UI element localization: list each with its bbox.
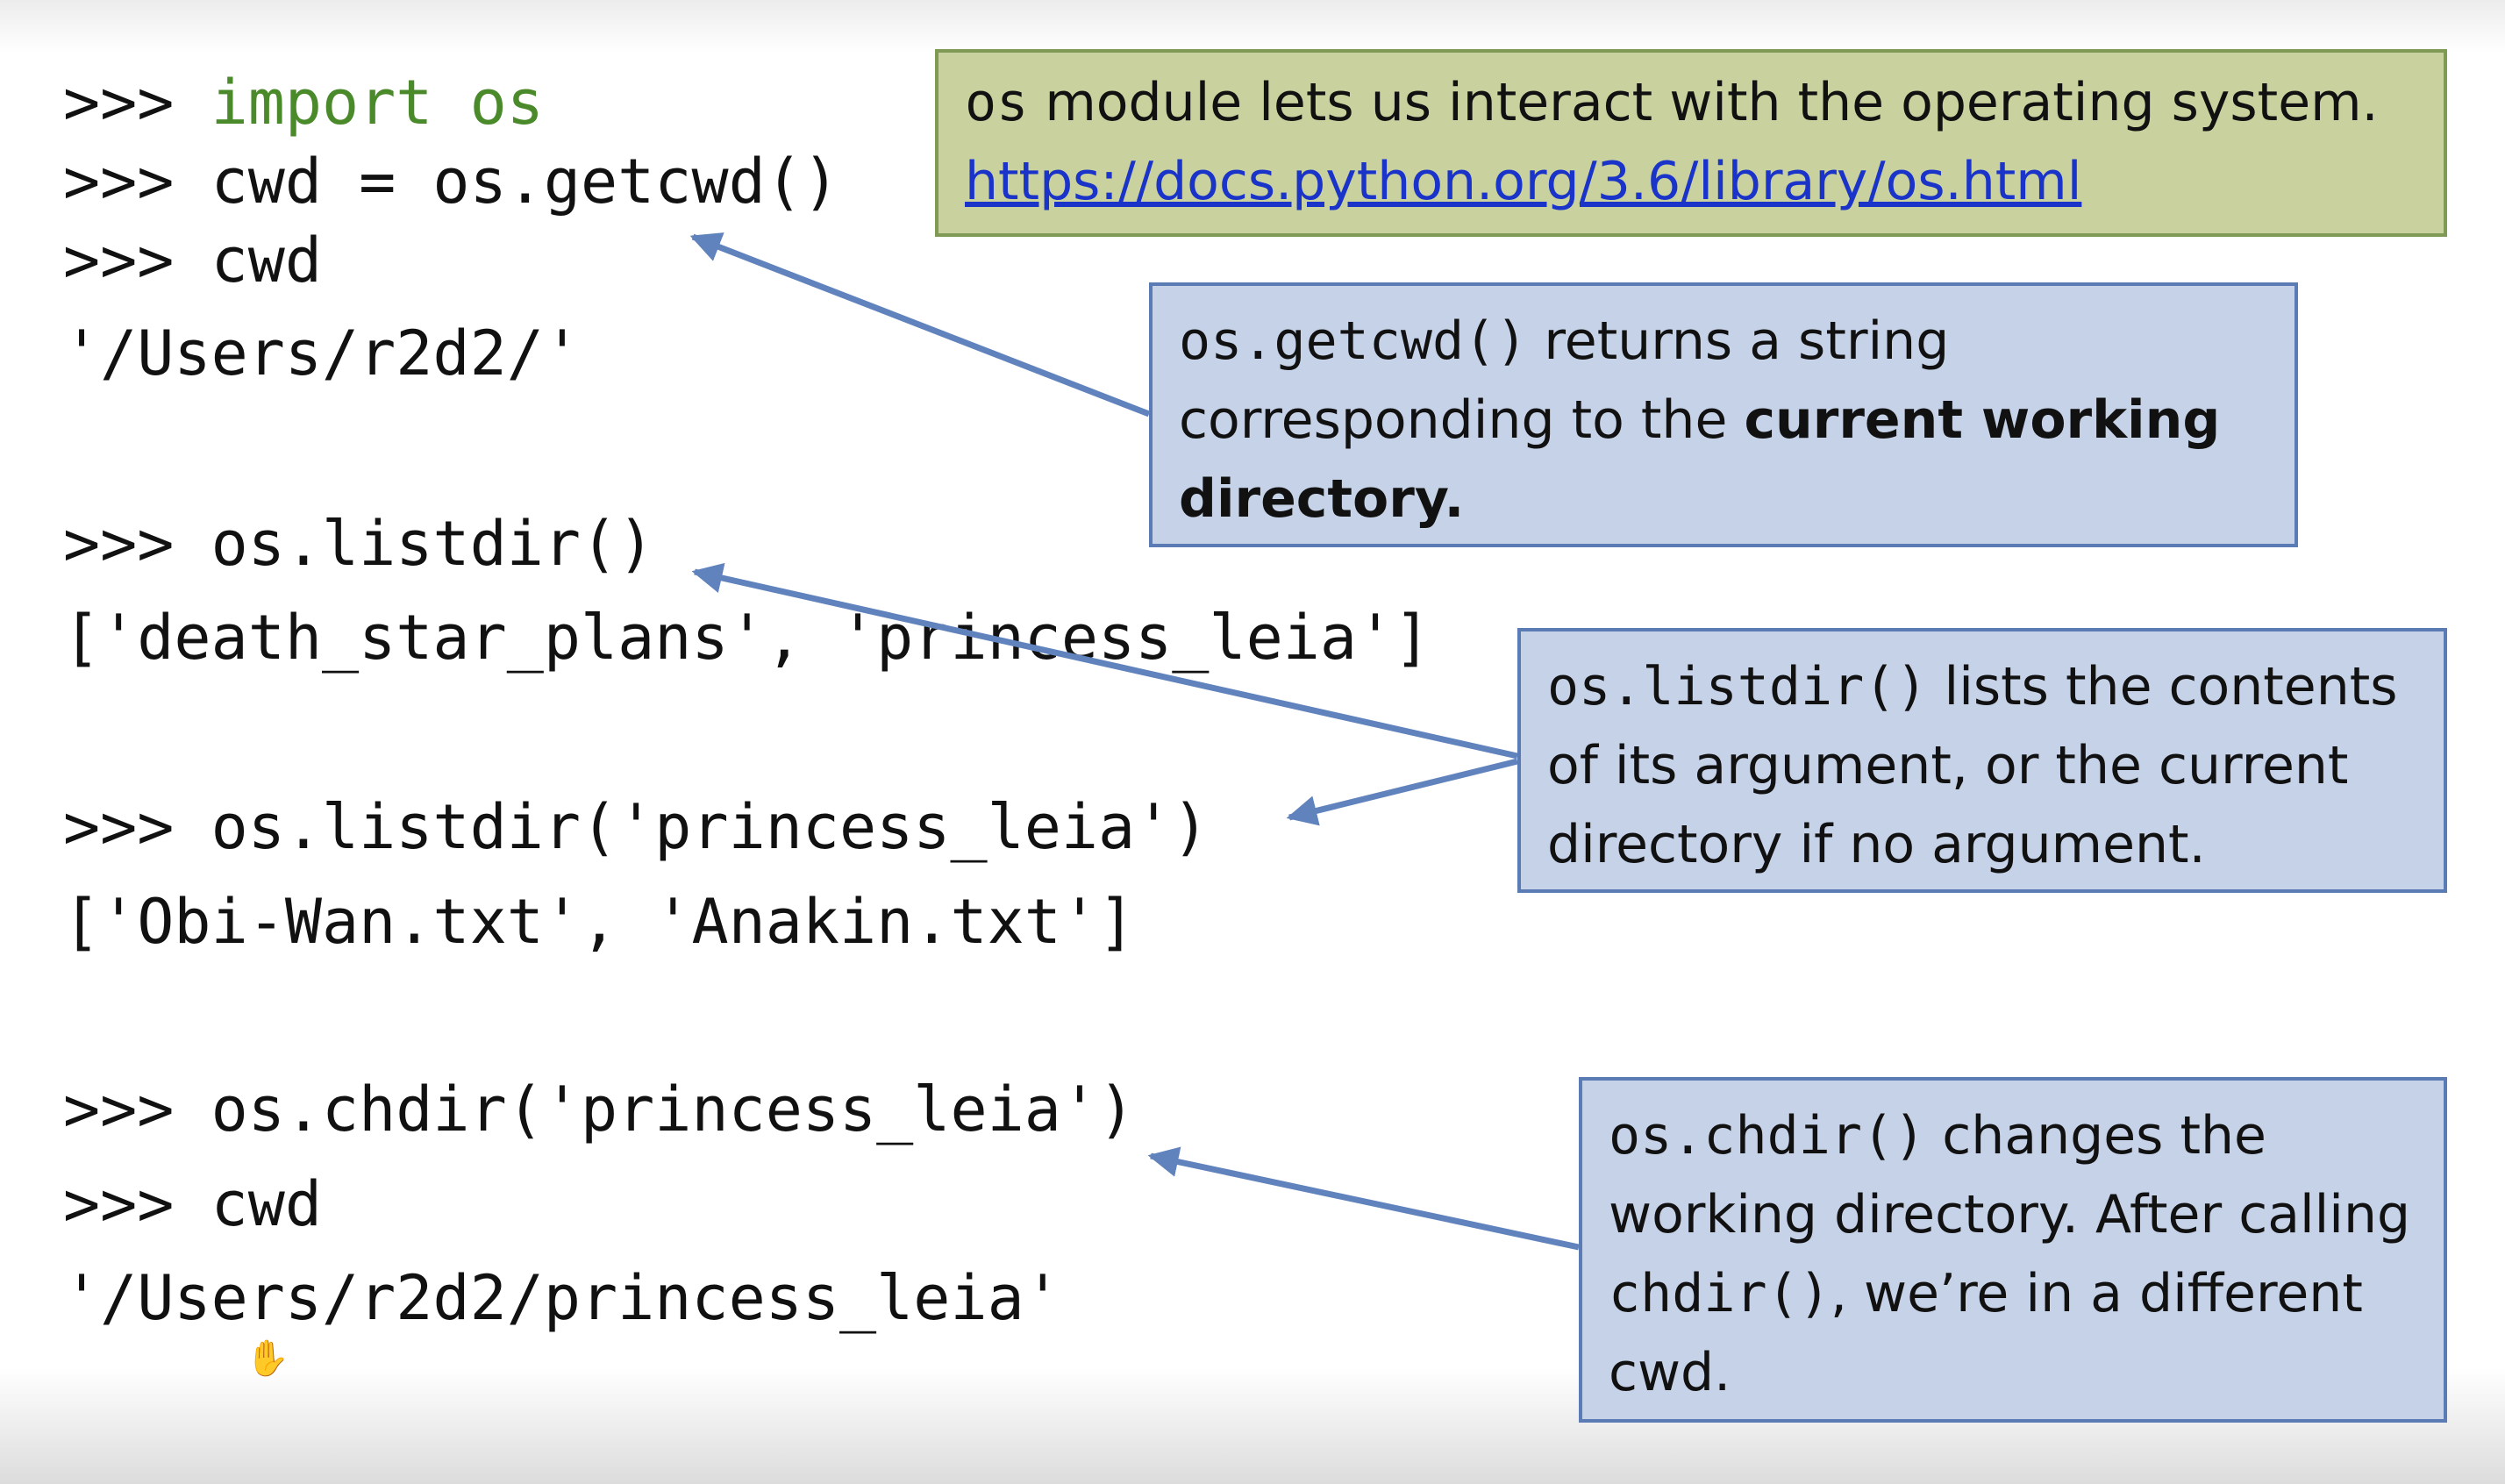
- arrows-layer: [689, 232, 1580, 1251]
- arrow-getcwd: [689, 232, 1151, 417]
- arrow-listdir-2: [1286, 758, 1518, 826]
- arrow-listdir-1: [691, 562, 1518, 760]
- hand-cursor-icon: ✋: [246, 1338, 289, 1379]
- arrow-chdir: [1147, 1146, 1580, 1251]
